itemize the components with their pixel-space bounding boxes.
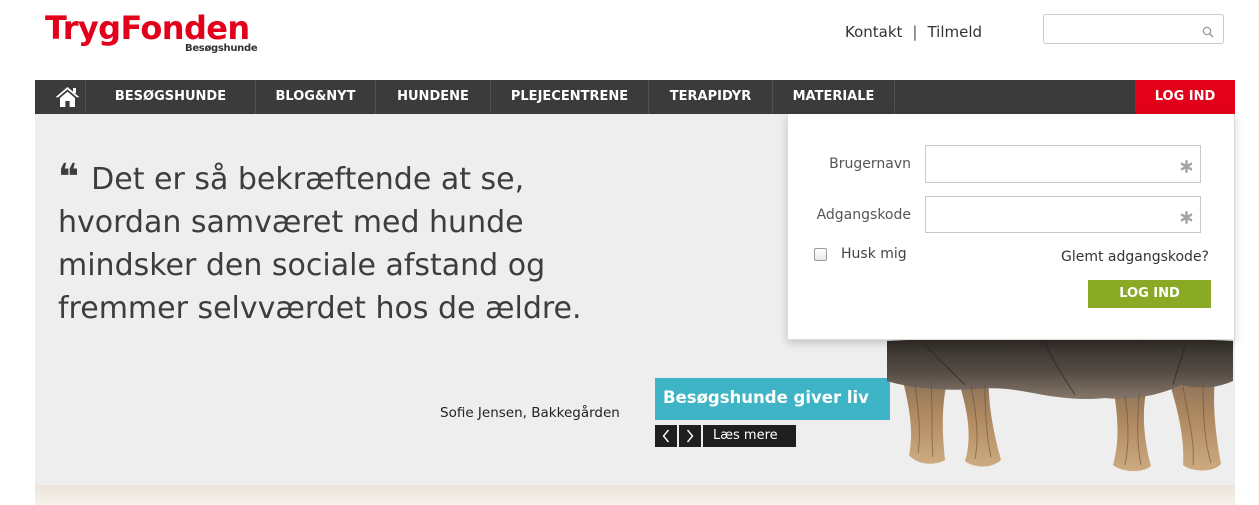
- nav-item-plejecentrene[interactable]: PLEJECENTRENE: [490, 80, 648, 114]
- logo-brand: TrygFonden: [45, 9, 250, 47]
- signup-link[interactable]: Tilmeld: [927, 23, 982, 41]
- main-nav: BESØGSHUNDE BLOG&NYT HUNDENE PLEJECENTRE…: [35, 80, 1235, 114]
- password-input[interactable]: [926, 197, 1171, 232]
- dog-image: [887, 338, 1233, 472]
- home-icon: [55, 87, 80, 107]
- chevron-left-icon: [662, 429, 670, 443]
- nav-home-button[interactable]: [35, 80, 85, 114]
- search-box: [1043, 14, 1224, 44]
- remember-me-label[interactable]: Husk mig: [841, 245, 907, 263]
- nav-login-button[interactable]: LOG IND: [1135, 80, 1235, 114]
- page: TrygFonden Besøgshunde Kontakt | Tilmeld…: [0, 0, 1259, 505]
- remember-me-checkbox[interactable]: [814, 248, 827, 261]
- password-label: Adgangskode: [816, 207, 911, 223]
- logo[interactable]: TrygFonden Besøgshunde: [45, 8, 260, 58]
- username-label: Brugernavn: [829, 156, 911, 172]
- nav-item-blog-nyt[interactable]: BLOG&NYT: [255, 80, 375, 114]
- search-input[interactable]: [1044, 15, 1194, 43]
- chevron-right-icon: [686, 429, 694, 443]
- username-field: [925, 145, 1201, 183]
- slide-title[interactable]: Besøgshunde giver liv: [655, 378, 890, 420]
- nav-item-hundene[interactable]: HUNDENE: [375, 80, 490, 114]
- nav-item-besoegshunde[interactable]: BESØGSHUNDE: [85, 80, 255, 114]
- search-icon[interactable]: [1202, 23, 1214, 38]
- slide-next-button[interactable]: [679, 425, 701, 447]
- quote-text: Det er så bekræftende at se, hvordan sam…: [58, 162, 582, 326]
- footer-strip: [35, 485, 1235, 505]
- nav-item-terapidyr[interactable]: TERAPIDYR: [648, 80, 772, 114]
- hero-quote: ❝ Det er så bekræftende at se, hvordan sa…: [58, 158, 618, 330]
- top-links: Kontakt | Tilmeld: [845, 22, 982, 42]
- login-panel: Brugernavn Adgangskode Husk mig Glemt ad…: [787, 114, 1235, 340]
- username-input[interactable]: [926, 146, 1171, 182]
- link-separator: |: [912, 23, 918, 41]
- asterisk-icon: [1180, 209, 1193, 225]
- login-submit-button[interactable]: LOG IND: [1088, 280, 1211, 308]
- contact-link[interactable]: Kontakt: [845, 23, 902, 41]
- slide-prev-button[interactable]: [655, 425, 677, 447]
- quote-mark: ❝: [58, 157, 80, 198]
- asterisk-icon: [1180, 158, 1193, 174]
- read-more-button[interactable]: Læs mere: [703, 425, 796, 447]
- nav-item-materiale[interactable]: MATERIALE: [772, 80, 895, 114]
- logo-tagline: Besøgshunde: [185, 43, 258, 54]
- forgot-password-link[interactable]: Glemt adgangskode?: [1061, 248, 1209, 266]
- password-field: [925, 196, 1201, 233]
- quote-attribution: Sofie Jensen, Bakkegården: [440, 405, 620, 421]
